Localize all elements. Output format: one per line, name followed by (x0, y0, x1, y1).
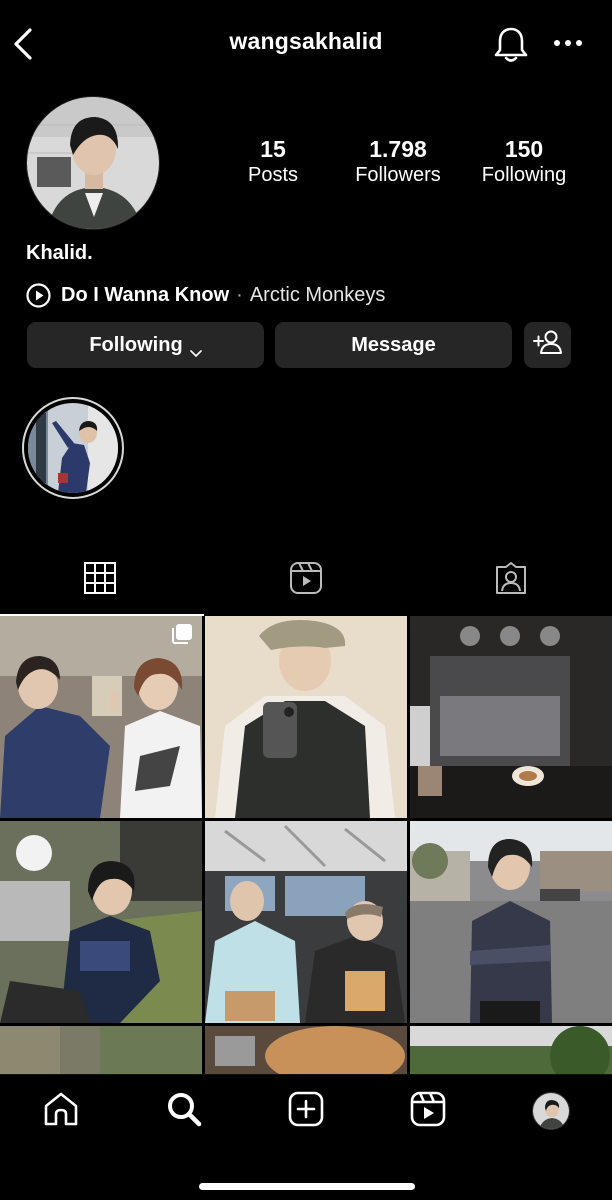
post-thumbnail[interactable] (0, 1026, 202, 1076)
followers-count: 1.798 (369, 136, 427, 162)
tab-tagged[interactable] (491, 560, 531, 600)
posts-label: Posts (247, 164, 299, 186)
nav-reels[interactable] (408, 1091, 448, 1131)
add-user-button[interactable] (524, 322, 571, 368)
post-thumbnail[interactable] (205, 821, 407, 1023)
post-thumbnail[interactable] (410, 821, 612, 1023)
posts-grid (0, 616, 612, 1076)
home-indicator (199, 1183, 415, 1190)
tab-reels[interactable] (286, 560, 326, 600)
search-icon (165, 1090, 203, 1133)
post-thumbnail[interactable] (410, 1026, 612, 1076)
add-user-icon (532, 328, 564, 362)
following-stat[interactable]: 150 Following (459, 136, 589, 188)
post-thumbnail[interactable] (205, 616, 407, 818)
message-button[interactable]: Message (275, 322, 512, 368)
nav-profile[interactable] (531, 1091, 571, 1131)
story-highlight[interactable] (22, 397, 124, 499)
song-artist: Arctic Monkeys (249, 283, 386, 306)
carousel-icon (170, 622, 194, 651)
bottom-navigation (0, 1074, 612, 1200)
following-button-label: Following (89, 333, 183, 356)
music-separator: · (236, 283, 243, 306)
profile-avatar-icon (532, 1092, 570, 1130)
following-label: Following (481, 164, 567, 186)
reels-nav-icon (409, 1090, 447, 1133)
posts-stat[interactable]: 15 Posts (208, 136, 338, 188)
nav-search[interactable] (164, 1091, 204, 1131)
message-button-label: Message (351, 333, 436, 356)
create-post-icon (287, 1090, 325, 1133)
followers-label: Followers (355, 164, 441, 186)
home-icon (42, 1090, 80, 1133)
post-thumbnail[interactable] (0, 821, 202, 1023)
highlight-cover (28, 403, 118, 493)
nav-create[interactable] (286, 1091, 326, 1131)
profile-tabs (0, 548, 612, 616)
post-thumbnail[interactable] (205, 1026, 407, 1076)
following-button[interactable]: Following (27, 322, 264, 368)
song-title: Do I Wanna Know (61, 283, 230, 306)
play-icon[interactable] (26, 282, 51, 308)
posts-count: 15 (260, 136, 286, 162)
grid-icon (83, 561, 117, 600)
profile-music[interactable]: Do I Wanna Know · Arctic Monkeys (26, 281, 385, 309)
bell-icon[interactable] (492, 24, 530, 64)
display-name: Khalid. (26, 242, 93, 264)
nav-home[interactable] (41, 1091, 81, 1131)
chevron-down-icon (189, 341, 202, 358)
following-count: 150 (504, 136, 544, 162)
reels-icon (289, 561, 323, 600)
tagged-icon (494, 561, 528, 600)
post-thumbnail[interactable] (0, 616, 202, 818)
tab-posts-grid[interactable] (80, 560, 120, 600)
post-thumbnail[interactable] (410, 616, 612, 818)
followers-stat[interactable]: 1.798 Followers (333, 136, 463, 188)
more-options-icon[interactable] (550, 28, 586, 58)
top-bar: wangsakhalid (0, 0, 612, 90)
profile-avatar[interactable] (26, 96, 160, 230)
